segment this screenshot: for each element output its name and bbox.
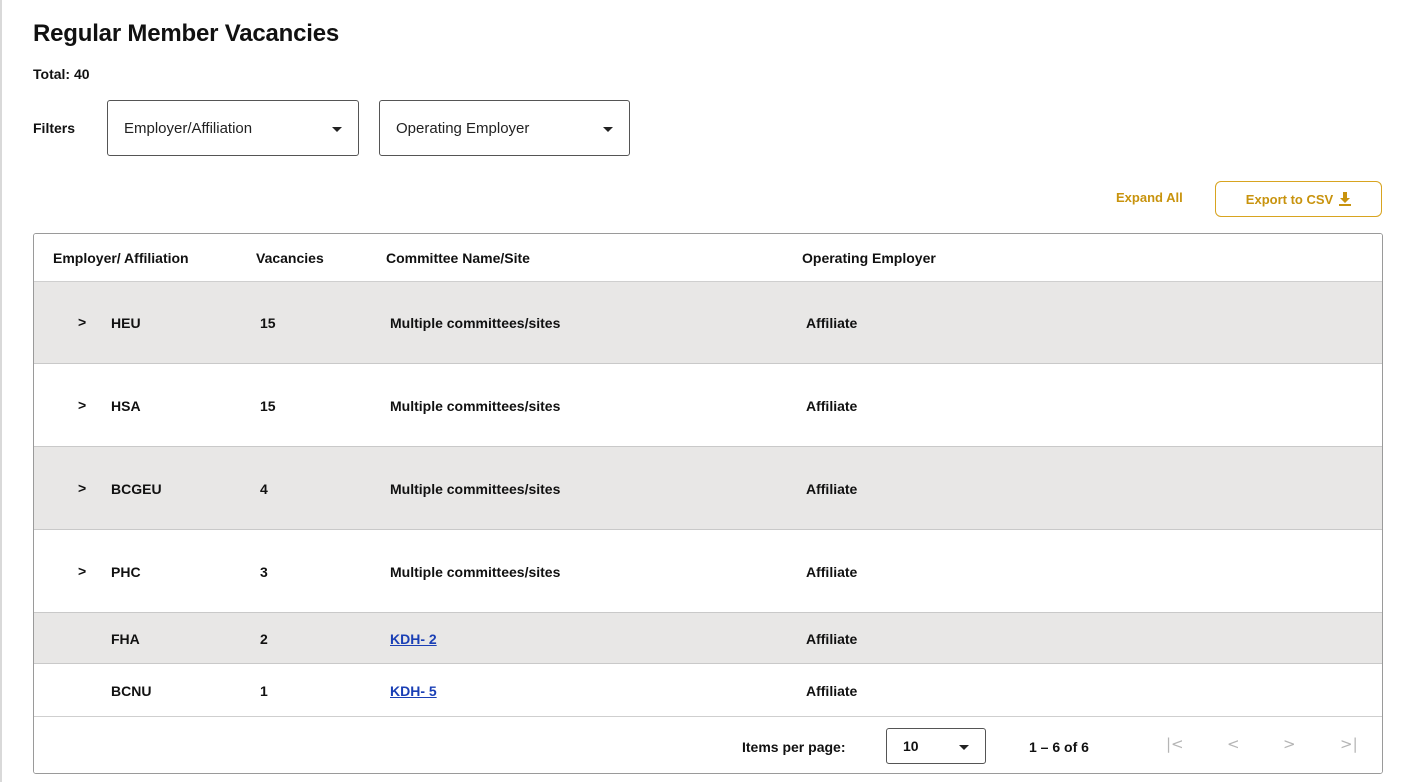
table-row[interactable]: > HEU 15 Multiple committees/sites Affil…	[34, 282, 1382, 364]
operating-employer-filter[interactable]: Operating Employer	[379, 100, 630, 156]
header-committee-name[interactable]: Committee Name/Site	[386, 250, 530, 266]
cell-operating-employer: Affiliate	[806, 315, 858, 331]
cell-committee: Multiple committees/sites	[390, 315, 561, 331]
cell-vacancies: 2	[260, 631, 268, 647]
cell-vacancies: 15	[260, 315, 276, 331]
cell-committee: Multiple committees/sites	[390, 564, 561, 580]
chevron-right-icon[interactable]: >	[78, 480, 86, 496]
total-count: Total: 40	[33, 66, 90, 82]
header-operating-employer[interactable]: Operating Employer	[802, 250, 936, 266]
employer-affiliation-filter-label: Employer/Affiliation	[124, 119, 253, 137]
items-per-page-value: 10	[903, 738, 919, 754]
table-row[interactable]: > PHC 3 Multiple committees/sites Affili…	[34, 530, 1382, 613]
caret-down-icon	[603, 127, 613, 132]
cell-vacancies: 3	[260, 564, 268, 580]
export-csv-button[interactable]: Export to CSV	[1215, 181, 1382, 217]
table-row: FHA 2 KDH- 2 Affiliate	[34, 613, 1382, 664]
chevron-right-icon[interactable]: >	[78, 314, 86, 330]
page-range-label: 1 – 6 of 6	[1029, 739, 1089, 755]
chevron-right-icon[interactable]: >	[78, 397, 86, 413]
cell-operating-employer: Affiliate	[806, 631, 858, 647]
export-csv-label: Export to CSV	[1245, 191, 1334, 207]
cell-operating-employer: Affiliate	[806, 481, 858, 497]
header-employer-affiliation[interactable]: Employer/ Affiliation	[53, 250, 189, 266]
table-row[interactable]: > BCGEU 4 Multiple committees/sites Affi…	[34, 447, 1382, 530]
items-per-page-label: Items per page:	[742, 739, 846, 755]
cell-employer: HSA	[111, 398, 141, 414]
download-icon	[1339, 192, 1352, 206]
cell-employer: FHA	[111, 631, 140, 647]
cell-employer: BCNU	[111, 683, 152, 699]
cell-vacancies: 1	[260, 683, 268, 699]
operating-employer-filter-label: Operating Employer	[396, 119, 530, 137]
cell-operating-employer: Affiliate	[806, 564, 858, 580]
employer-affiliation-filter[interactable]: Employer/Affiliation	[107, 100, 359, 156]
cell-operating-employer: Affiliate	[806, 683, 858, 699]
cell-vacancies: 4	[260, 481, 268, 497]
last-page-icon[interactable]: >|	[1340, 735, 1358, 753]
cell-employer: PHC	[111, 564, 141, 580]
cell-operating-employer: Affiliate	[806, 398, 858, 414]
header-vacancies[interactable]: Vacancies	[256, 250, 324, 266]
items-per-page-select[interactable]: 10	[886, 728, 986, 764]
committee-link[interactable]: KDH- 5	[390, 683, 437, 699]
expand-all-link[interactable]: Expand All	[1116, 190, 1183, 205]
committee-link[interactable]: KDH- 2	[390, 631, 437, 647]
page-title: Regular Member Vacancies	[33, 20, 340, 47]
chevron-right-icon[interactable]: >	[78, 563, 86, 579]
table-header: Employer/ Affiliation Vacancies Committe…	[34, 234, 1382, 282]
cell-committee: Multiple committees/sites	[390, 481, 561, 497]
cell-employer: BCGEU	[111, 481, 162, 497]
caret-down-icon	[959, 745, 969, 750]
paginator: Items per page: 10 1 – 6 of 6 |< < > >|	[34, 716, 1382, 773]
first-page-icon[interactable]: |<	[1166, 735, 1184, 753]
table-row: BCNU 1 KDH- 5 Affiliate	[34, 664, 1382, 716]
next-page-icon[interactable]: >	[1283, 735, 1296, 753]
cell-committee: Multiple committees/sites	[390, 398, 561, 414]
cell-employer: HEU	[111, 315, 141, 331]
vacancies-table: Employer/ Affiliation Vacancies Committe…	[33, 233, 1383, 774]
prev-page-icon[interactable]: <	[1227, 735, 1240, 753]
table-row[interactable]: > HSA 15 Multiple committees/sites Affil…	[34, 364, 1382, 447]
filters-label: Filters	[33, 120, 76, 136]
caret-down-icon	[332, 127, 342, 132]
cell-vacancies: 15	[260, 398, 276, 414]
